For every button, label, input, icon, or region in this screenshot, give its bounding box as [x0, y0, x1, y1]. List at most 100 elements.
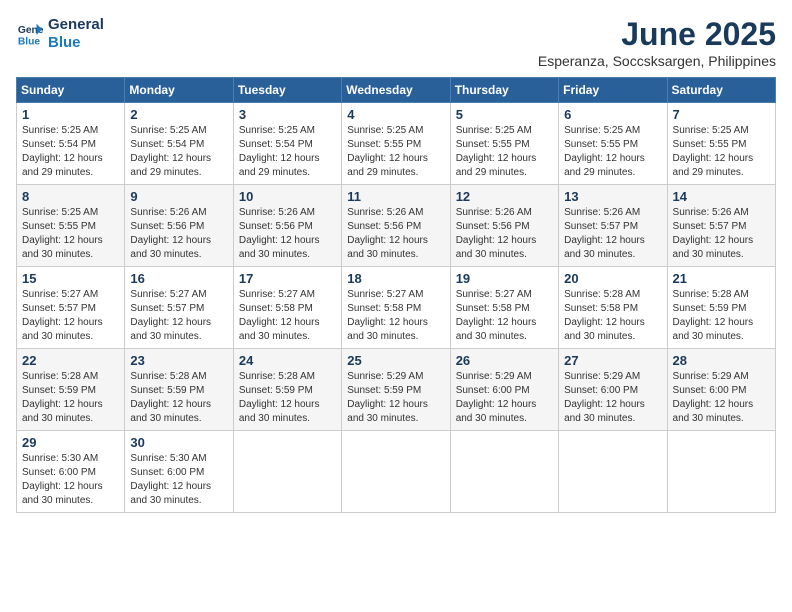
calendar-week-row: 22 Sunrise: 5:28 AM Sunset: 5:59 PM Dayl…	[17, 349, 776, 431]
day-info: Sunrise: 5:28 AM Sunset: 5:59 PM Dayligh…	[22, 370, 119, 426]
daylight-label: Daylight: 12 hoursand 30 minutes.	[239, 317, 320, 342]
sunrise-label: Sunrise: 5:29 AM	[347, 371, 423, 382]
calendar-cell: 26 Sunrise: 5:29 AM Sunset: 6:00 PM Dayl…	[450, 349, 558, 431]
calendar-cell: 21 Sunrise: 5:28 AM Sunset: 5:59 PM Dayl…	[667, 267, 775, 349]
sunset-label: Sunset: 5:58 PM	[347, 303, 421, 314]
header: General Blue General Blue June 2025 Espe…	[16, 16, 776, 69]
day-number: 9	[130, 189, 227, 204]
sunrise-label: Sunrise: 5:26 AM	[130, 207, 206, 218]
sunrise-label: Sunrise: 5:25 AM	[239, 125, 315, 136]
day-number: 13	[564, 189, 661, 204]
sunrise-label: Sunrise: 5:25 AM	[456, 125, 532, 136]
sunrise-label: Sunrise: 5:25 AM	[22, 207, 98, 218]
calendar-cell	[559, 431, 667, 513]
calendar-cell: 5 Sunrise: 5:25 AM Sunset: 5:55 PM Dayli…	[450, 103, 558, 185]
day-number: 3	[239, 107, 336, 122]
weekday-header-friday: Friday	[559, 78, 667, 103]
sunrise-label: Sunrise: 5:25 AM	[347, 125, 423, 136]
calendar-cell: 24 Sunrise: 5:28 AM Sunset: 5:59 PM Dayl…	[233, 349, 341, 431]
calendar-cell: 10 Sunrise: 5:26 AM Sunset: 5:56 PM Dayl…	[233, 185, 341, 267]
sunset-label: Sunset: 5:56 PM	[130, 221, 204, 232]
calendar-cell: 12 Sunrise: 5:26 AM Sunset: 5:56 PM Dayl…	[450, 185, 558, 267]
weekday-header-sunday: Sunday	[17, 78, 125, 103]
sunrise-label: Sunrise: 5:25 AM	[564, 125, 640, 136]
day-number: 28	[673, 353, 770, 368]
sunrise-label: Sunrise: 5:25 AM	[673, 125, 749, 136]
calendar-cell: 6 Sunrise: 5:25 AM Sunset: 5:55 PM Dayli…	[559, 103, 667, 185]
day-info: Sunrise: 5:29 AM Sunset: 5:59 PM Dayligh…	[347, 370, 444, 426]
day-number: 18	[347, 271, 444, 286]
day-number: 23	[130, 353, 227, 368]
calendar-body: 1 Sunrise: 5:25 AM Sunset: 5:54 PM Dayli…	[17, 103, 776, 513]
day-info: Sunrise: 5:25 AM Sunset: 5:54 PM Dayligh…	[239, 124, 336, 180]
sunrise-label: Sunrise: 5:28 AM	[564, 289, 640, 300]
daylight-label: Daylight: 12 hoursand 30 minutes.	[22, 399, 103, 424]
day-number: 30	[130, 435, 227, 450]
sunset-label: Sunset: 5:54 PM	[22, 139, 96, 150]
day-info: Sunrise: 5:27 AM Sunset: 5:57 PM Dayligh…	[22, 288, 119, 344]
daylight-label: Daylight: 12 hoursand 30 minutes.	[456, 399, 537, 424]
day-number: 8	[22, 189, 119, 204]
weekday-header-monday: Monday	[125, 78, 233, 103]
weekday-header-thursday: Thursday	[450, 78, 558, 103]
daylight-label: Daylight: 12 hoursand 30 minutes.	[130, 481, 211, 506]
location-subtitle: Esperanza, Soccsksargen, Philippines	[538, 53, 776, 69]
day-number: 16	[130, 271, 227, 286]
calendar-cell: 7 Sunrise: 5:25 AM Sunset: 5:55 PM Dayli…	[667, 103, 775, 185]
daylight-label: Daylight: 12 hoursand 30 minutes.	[456, 317, 537, 342]
day-info: Sunrise: 5:25 AM Sunset: 5:55 PM Dayligh…	[347, 124, 444, 180]
calendar-table: SundayMondayTuesdayWednesdayThursdayFrid…	[16, 77, 776, 513]
sunrise-label: Sunrise: 5:28 AM	[239, 371, 315, 382]
daylight-label: Daylight: 12 hoursand 29 minutes.	[564, 153, 645, 178]
day-info: Sunrise: 5:30 AM Sunset: 6:00 PM Dayligh…	[130, 452, 227, 508]
sunset-label: Sunset: 5:58 PM	[564, 303, 638, 314]
day-number: 21	[673, 271, 770, 286]
sunset-label: Sunset: 5:57 PM	[130, 303, 204, 314]
day-number: 11	[347, 189, 444, 204]
calendar-header-row: SundayMondayTuesdayWednesdayThursdayFrid…	[17, 78, 776, 103]
sunrise-label: Sunrise: 5:30 AM	[130, 453, 206, 464]
title-area: June 2025 Esperanza, Soccsksargen, Phili…	[538, 16, 776, 69]
calendar-week-row: 1 Sunrise: 5:25 AM Sunset: 5:54 PM Dayli…	[17, 103, 776, 185]
daylight-label: Daylight: 12 hoursand 30 minutes.	[239, 235, 320, 260]
daylight-label: Daylight: 12 hoursand 30 minutes.	[673, 317, 754, 342]
day-number: 19	[456, 271, 553, 286]
calendar-week-row: 15 Sunrise: 5:27 AM Sunset: 5:57 PM Dayl…	[17, 267, 776, 349]
day-number: 4	[347, 107, 444, 122]
sunset-label: Sunset: 5:59 PM	[239, 385, 313, 396]
day-info: Sunrise: 5:26 AM Sunset: 5:56 PM Dayligh…	[239, 206, 336, 262]
sunset-label: Sunset: 5:55 PM	[673, 139, 747, 150]
sunrise-label: Sunrise: 5:27 AM	[22, 289, 98, 300]
calendar-cell: 17 Sunrise: 5:27 AM Sunset: 5:58 PM Dayl…	[233, 267, 341, 349]
daylight-label: Daylight: 12 hoursand 30 minutes.	[130, 317, 211, 342]
day-number: 17	[239, 271, 336, 286]
calendar-week-row: 29 Sunrise: 5:30 AM Sunset: 6:00 PM Dayl…	[17, 431, 776, 513]
day-number: 15	[22, 271, 119, 286]
sunset-label: Sunset: 5:57 PM	[22, 303, 96, 314]
calendar-cell	[667, 431, 775, 513]
sunrise-label: Sunrise: 5:25 AM	[130, 125, 206, 136]
daylight-label: Daylight: 12 hoursand 29 minutes.	[673, 153, 754, 178]
day-info: Sunrise: 5:29 AM Sunset: 6:00 PM Dayligh…	[673, 370, 770, 426]
sunrise-label: Sunrise: 5:29 AM	[564, 371, 640, 382]
day-info: Sunrise: 5:25 AM Sunset: 5:55 PM Dayligh…	[564, 124, 661, 180]
sunset-label: Sunset: 5:55 PM	[22, 221, 96, 232]
day-number: 26	[456, 353, 553, 368]
sunrise-label: Sunrise: 5:26 AM	[564, 207, 640, 218]
calendar-cell: 22 Sunrise: 5:28 AM Sunset: 5:59 PM Dayl…	[17, 349, 125, 431]
day-info: Sunrise: 5:25 AM Sunset: 5:54 PM Dayligh…	[130, 124, 227, 180]
day-number: 5	[456, 107, 553, 122]
calendar-cell: 18 Sunrise: 5:27 AM Sunset: 5:58 PM Dayl…	[342, 267, 450, 349]
daylight-label: Daylight: 12 hoursand 29 minutes.	[456, 153, 537, 178]
day-info: Sunrise: 5:28 AM Sunset: 5:59 PM Dayligh…	[239, 370, 336, 426]
day-info: Sunrise: 5:28 AM Sunset: 5:59 PM Dayligh…	[130, 370, 227, 426]
daylight-label: Daylight: 12 hoursand 30 minutes.	[673, 399, 754, 424]
sunrise-label: Sunrise: 5:27 AM	[456, 289, 532, 300]
sunset-label: Sunset: 5:58 PM	[456, 303, 530, 314]
daylight-label: Daylight: 12 hoursand 30 minutes.	[347, 235, 428, 260]
daylight-label: Daylight: 12 hoursand 29 minutes.	[347, 153, 428, 178]
day-number: 14	[673, 189, 770, 204]
daylight-label: Daylight: 12 hoursand 30 minutes.	[456, 235, 537, 260]
sunset-label: Sunset: 5:56 PM	[347, 221, 421, 232]
sunrise-label: Sunrise: 5:29 AM	[456, 371, 532, 382]
